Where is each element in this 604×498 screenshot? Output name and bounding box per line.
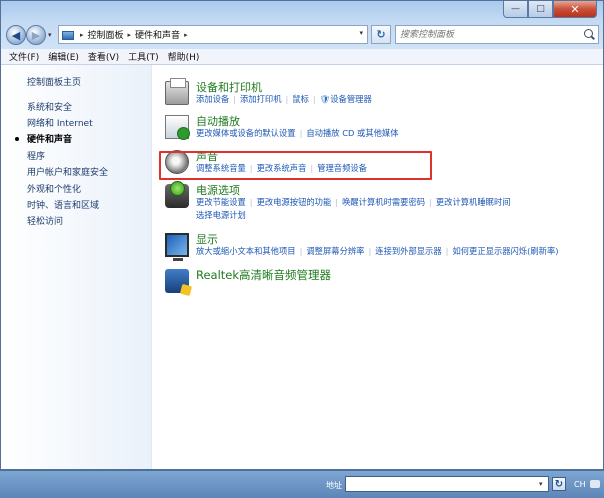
power-icon[interactable] — [165, 181, 189, 208]
sidebar-item-network-and-internet[interactable]: 网络和 Internet — [27, 116, 93, 129]
breadcrumb-hardware-and-sound[interactable]: 硬件和声音 — [135, 28, 180, 41]
language-indicator[interactable]: CH — [574, 480, 586, 489]
link-autoplay-cd[interactable]: 自动播放 CD 或其他媒体 — [306, 128, 398, 138]
sidebar-item-appearance[interactable]: 外观和个性化 — [27, 182, 81, 195]
back-button[interactable]: ◀ — [6, 25, 26, 45]
printer-icon[interactable] — [165, 78, 189, 105]
sidebar-item-ease-of-access[interactable]: 轻松访问 — [27, 214, 63, 227]
breadcrumb-separator[interactable]: ▸ — [184, 31, 188, 39]
forward-arrow-icon: ▶ — [31, 28, 41, 42]
link-power-button-action[interactable]: 更改电源按钮的功能 — [257, 197, 332, 207]
forward-button[interactable]: ▶ — [26, 25, 46, 45]
category-links: 放大或缩小文本和其他项目 | 调整屏幕分辨率 | 连接到外部显示器 | 如何更正显示器闪烁(… — [196, 246, 559, 256]
menu-view[interactable]: 查看(V) — [88, 50, 119, 63]
current-item-bullet-icon — [15, 137, 19, 141]
maximize-button[interactable]: □ — [528, 1, 553, 18]
breadcrumb-separator[interactable]: ▸ — [128, 31, 132, 39]
link-mouse[interactable]: 鼠标 — [292, 94, 309, 104]
link-text-size[interactable]: 放大或缩小文本和其他项目 — [196, 246, 296, 256]
content-area: 控制面板主页 系统和安全 网络和 Internet 硬件和声音 程序 用户帐户和… — [1, 65, 603, 469]
menu-file[interactable]: 文件(F) — [9, 50, 39, 63]
link-add-device[interactable]: 添加设备 — [196, 94, 229, 104]
link-refresh-rate[interactable]: 如何更正显示器闪烁(刷新率) — [452, 246, 558, 256]
sidebar-item-system-and-security[interactable]: 系统和安全 — [27, 100, 72, 113]
sidebar-item-hardware-and-sound: 硬件和声音 — [27, 135, 73, 145]
address-toolbar-go-button[interactable]: ↻ — [552, 477, 566, 491]
navigation-bar: ◀ ▶ ▾ ▸ 控制面板 ▸ 硬件和声音 ▸ ▾ ↻ — [5, 23, 599, 47]
refresh-icon: ↻ — [376, 28, 386, 41]
breadcrumb-control-panel[interactable]: 控制面板 — [88, 28, 124, 41]
category-links: 更改媒体或设备的默认设置 | 自动播放 CD 或其他媒体 — [196, 128, 399, 138]
sidebar-item-programs[interactable]: 程序 — [27, 149, 45, 162]
breadcrumb-separator[interactable]: ▸ — [80, 31, 84, 39]
shield-icon: 🛡 — [319, 94, 331, 104]
menu-tools[interactable]: 工具(T) — [128, 50, 159, 63]
control-panel-window: — □ ✕ ◀ ▶ ▾ ▸ 控制面板 ▸ 硬件和声音 ▸ ▾ ↻ 文件(F) 编… — [0, 0, 604, 470]
search-icon[interactable] — [584, 29, 593, 38]
display-icon[interactable] — [165, 233, 189, 261]
close-button[interactable]: ✕ — [553, 1, 597, 18]
category-links: 添加设备 | 添加打印机 | 鼠标 | 🛡设备管理器 — [196, 94, 372, 104]
link-change-power-saving[interactable]: 更改节能设置 — [196, 197, 246, 207]
link-screen-resolution[interactable]: 调整屏幕分辨率 — [306, 246, 364, 256]
address-dropdown-icon[interactable]: ▾ — [359, 29, 363, 37]
address-toolbar-dropdown-icon[interactable]: ▾ — [539, 480, 543, 488]
search-box[interactable] — [395, 25, 599, 44]
category-title-realtek-audio[interactable]: Realtek高清晰音频管理器 — [196, 267, 331, 283]
caption-buttons: — □ ✕ — [503, 1, 597, 18]
back-arrow-icon: ◀ — [11, 28, 21, 42]
main-panel: 设备和打印机 添加设备 | 添加打印机 | 鼠标 | 🛡设备管理器 自动播放 更改媒体或设备… — [151, 65, 603, 469]
menu-edit[interactable]: 编辑(E) — [48, 50, 79, 63]
control-panel-icon — [62, 29, 76, 41]
category-links-row2: 选择电源计划 — [196, 209, 246, 221]
category-links: 更改节能设置 | 更改电源按钮的功能 | 唤醒计算机时需要密码 | 更改计算机睡眠时间 — [196, 197, 511, 207]
refresh-button[interactable]: ↻ — [371, 25, 391, 44]
address-toolbar-label: 地址 — [326, 481, 342, 490]
recent-pages-dropdown[interactable]: ▾ — [48, 31, 52, 39]
sidebar-item-control-panel-home[interactable]: 控制面板主页 — [27, 75, 81, 88]
sound-highlight-box — [159, 151, 432, 180]
address-bar[interactable]: ▸ 控制面板 ▸ 硬件和声音 ▸ ▾ — [58, 25, 368, 44]
sidebar-item-clock-language-region[interactable]: 时钟、语言和区域 — [27, 198, 99, 211]
status-bar: 地址 ▾ ↻ CH — [0, 470, 604, 498]
realtek-icon[interactable] — [165, 269, 189, 293]
keyboard-tray-icon[interactable] — [590, 480, 600, 488]
menu-bar: 文件(F) 编辑(E) 查看(V) 工具(T) 帮助(H) — [1, 49, 603, 65]
link-device-manager[interactable]: 设备管理器 — [330, 94, 372, 104]
menu-help[interactable]: 帮助(H) — [168, 50, 200, 63]
autoplay-icon[interactable] — [165, 115, 190, 140]
maximize-icon: □ — [536, 4, 545, 14]
link-external-display[interactable]: 连接到外部显示器 — [375, 246, 441, 256]
link-sleep-time[interactable]: 更改计算机睡眠时间 — [436, 197, 511, 207]
link-wake-password[interactable]: 唤醒计算机时需要密码 — [342, 197, 425, 207]
minimize-icon: — — [511, 4, 520, 14]
link-add-printer[interactable]: 添加打印机 — [240, 94, 282, 104]
sidebar: 控制面板主页 系统和安全 网络和 Internet 硬件和声音 程序 用户帐户和… — [1, 65, 152, 469]
link-change-media-defaults[interactable]: 更改媒体或设备的默认设置 — [196, 128, 296, 138]
minimize-button[interactable]: — — [503, 1, 528, 18]
sidebar-item-user-accounts[interactable]: 用户帐户和家庭安全 — [27, 165, 108, 178]
address-toolbar-input[interactable] — [345, 476, 549, 492]
search-input[interactable] — [396, 26, 594, 43]
link-choose-power-plan[interactable]: 选择电源计划 — [196, 210, 246, 220]
close-icon: ✕ — [570, 2, 580, 16]
